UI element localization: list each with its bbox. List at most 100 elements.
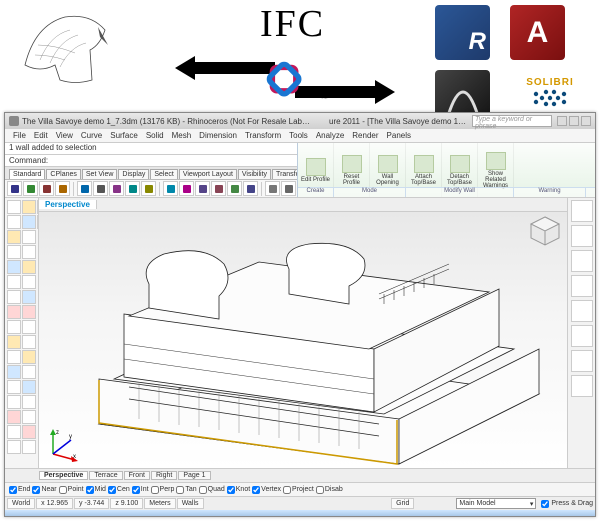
toolbar-button[interactable]: [243, 181, 258, 196]
status-field-World[interactable]: World: [7, 498, 35, 509]
menu-edit[interactable]: Edit: [30, 131, 52, 140]
toolbar-button[interactable]: [281, 181, 296, 196]
tool-button[interactable]: [7, 335, 21, 349]
osnap-mid[interactable]: Mid: [86, 486, 106, 494]
panel-button[interactable]: [571, 225, 593, 247]
osnap-point[interactable]: Point: [59, 486, 84, 494]
menu-view[interactable]: View: [52, 131, 77, 140]
toolbar-tab[interactable]: CPlanes: [46, 169, 80, 179]
panel-button[interactable]: [571, 200, 593, 222]
tool-button[interactable]: [22, 425, 36, 439]
toolbar-button[interactable]: [39, 181, 54, 196]
osnap-end[interactable]: End: [9, 486, 30, 494]
viewport-tab-active[interactable]: Perspective: [39, 200, 97, 209]
toolbar-button[interactable]: [211, 181, 226, 196]
tool-button[interactable]: [22, 215, 36, 229]
tool-button[interactable]: [22, 290, 36, 304]
tool-button[interactable]: [7, 410, 21, 424]
toolbar-button[interactable]: [93, 181, 108, 196]
tool-button[interactable]: [7, 260, 21, 274]
tool-button[interactable]: [7, 200, 21, 214]
toolbar-tab[interactable]: Standard: [9, 169, 45, 179]
tool-button[interactable]: [22, 230, 36, 244]
tool-button[interactable]: [7, 350, 21, 364]
toolbar-button[interactable]: [125, 181, 140, 196]
view-tab[interactable]: Terrace: [89, 471, 122, 480]
menu-curve[interactable]: Curve: [77, 131, 106, 140]
tool-button[interactable]: [22, 380, 36, 394]
panel-button[interactable]: [571, 275, 593, 297]
toolbar-tab[interactable]: Visibility: [238, 169, 271, 179]
tool-button[interactable]: [22, 200, 36, 214]
toolbar-tab[interactable]: Set View: [82, 169, 118, 179]
menu-file[interactable]: File: [9, 131, 30, 140]
panel-button[interactable]: [571, 375, 593, 397]
close-button[interactable]: [581, 116, 591, 126]
tool-button[interactable]: [7, 275, 21, 289]
tool-button[interactable]: [7, 215, 21, 229]
minimize-button[interactable]: [557, 116, 567, 126]
osnap-knot[interactable]: Knot: [227, 486, 250, 494]
tool-button[interactable]: [22, 275, 36, 289]
osnap-tan[interactable]: Tan: [176, 486, 196, 494]
status-grid[interactable]: Grid: [391, 498, 414, 509]
tool-button[interactable]: [7, 290, 21, 304]
toolbar-button[interactable]: [179, 181, 194, 196]
osnap-project[interactable]: Project: [283, 486, 314, 494]
toolbar-button[interactable]: [55, 181, 70, 196]
tool-button[interactable]: [22, 350, 36, 364]
toolbar-button[interactable]: [23, 181, 38, 196]
tool-button[interactable]: [22, 245, 36, 259]
menu-dimension[interactable]: Dimension: [195, 131, 241, 140]
tool-button[interactable]: [7, 245, 21, 259]
menu-panels[interactable]: Panels: [383, 131, 415, 140]
tool-button[interactable]: [22, 365, 36, 379]
press-drag-toggle[interactable]: Press & Drag: [541, 500, 593, 508]
viewcube-icon[interactable]: [527, 213, 563, 249]
tool-button[interactable]: [22, 260, 36, 274]
toolbar-button[interactable]: [141, 181, 156, 196]
osnap-int[interactable]: Int: [132, 486, 149, 494]
menu-solid[interactable]: Solid: [142, 131, 168, 140]
tool-button[interactable]: [7, 425, 21, 439]
3d-viewport[interactable]: z x y: [39, 212, 567, 468]
view-tab[interactable]: Page 1: [178, 471, 210, 480]
menu-analyze[interactable]: Analyze: [312, 131, 348, 140]
panel-button[interactable]: [571, 325, 593, 347]
toolbar-button[interactable]: [265, 181, 280, 196]
panel-button[interactable]: [571, 300, 593, 322]
osnap-vertex[interactable]: Vertex: [252, 486, 281, 494]
toolbar-button[interactable]: [109, 181, 124, 196]
osnap-perp[interactable]: Perp: [151, 486, 175, 494]
tool-button[interactable]: [7, 230, 21, 244]
help-search-input[interactable]: Type a keyword or phrase: [472, 115, 552, 127]
toolbar-tab[interactable]: Viewport Layout: [179, 169, 237, 179]
toolbar-button[interactable]: [7, 181, 22, 196]
menu-mesh[interactable]: Mesh: [168, 131, 196, 140]
status-field-units[interactable]: Meters: [144, 498, 175, 509]
menu-surface[interactable]: Surface: [106, 131, 142, 140]
view-tab[interactable]: Right: [151, 471, 177, 480]
model-dropdown[interactable]: Main Model▾: [456, 498, 536, 509]
osnap-cen[interactable]: Cen: [108, 486, 130, 494]
tool-button[interactable]: [22, 395, 36, 409]
status-field-y[interactable]: y -3.744: [74, 498, 109, 509]
menu-render[interactable]: Render: [348, 131, 382, 140]
toolbar-button[interactable]: [195, 181, 210, 196]
tool-button[interactable]: [22, 410, 36, 424]
tool-button[interactable]: [7, 305, 21, 319]
tool-button[interactable]: [7, 365, 21, 379]
status-field-z[interactable]: z 9.100: [110, 498, 143, 509]
osnap-near[interactable]: Near: [32, 486, 56, 494]
toolbar-button[interactable]: [227, 181, 242, 196]
toolbar-tab[interactable]: Display: [118, 169, 149, 179]
tool-button[interactable]: [7, 320, 21, 334]
toolbar-tab[interactable]: Select: [150, 169, 177, 179]
osnap-disab[interactable]: Disab: [316, 486, 343, 494]
tool-button[interactable]: [7, 380, 21, 394]
status-field-layer[interactable]: Walls: [177, 498, 204, 509]
view-tab[interactable]: Perspective: [39, 471, 88, 480]
toolbar-button[interactable]: [163, 181, 178, 196]
panel-button[interactable]: [571, 350, 593, 372]
status-field-x[interactable]: x 12.965: [36, 498, 73, 509]
